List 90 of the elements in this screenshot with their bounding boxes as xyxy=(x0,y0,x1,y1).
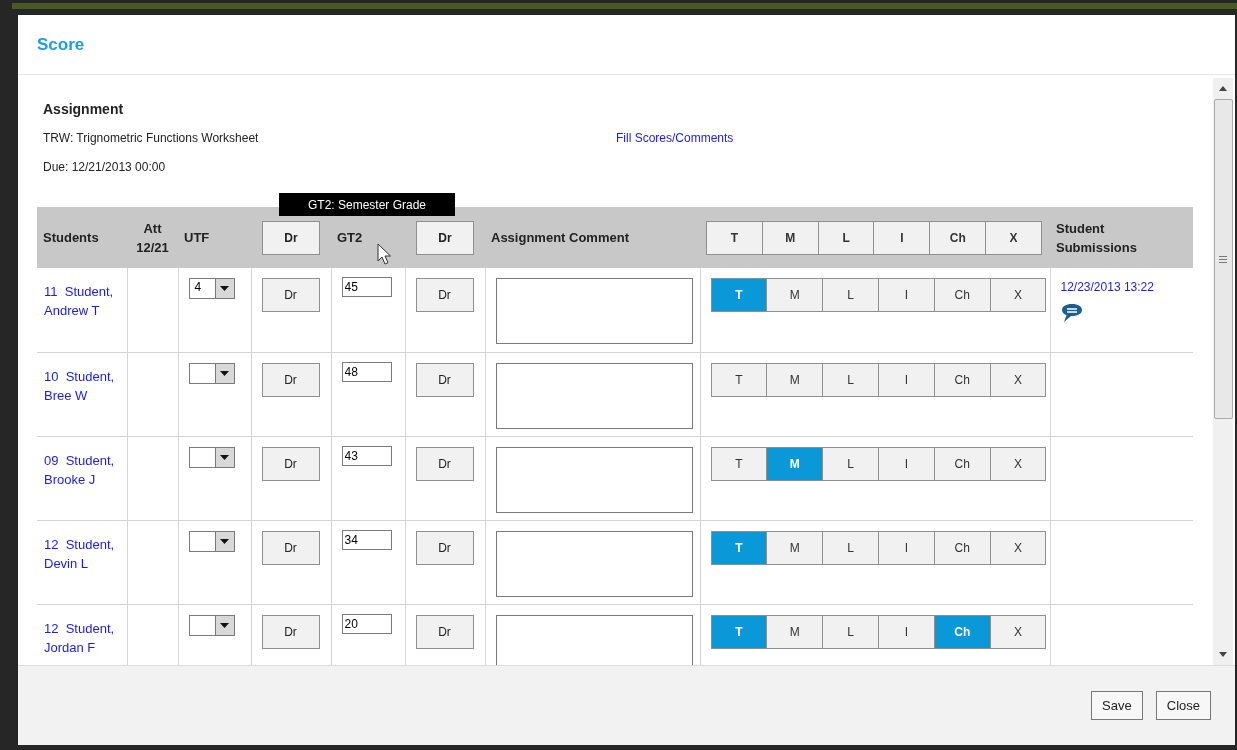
dropdown-arrow-icon xyxy=(220,370,229,376)
dropdown-arrow-icon xyxy=(220,622,229,628)
mark-button[interactable]: X xyxy=(989,278,1047,312)
comment-field[interactable] xyxy=(495,446,693,513)
utf-select[interactable] xyxy=(188,362,235,384)
tooltip: GT2: Semester Grade xyxy=(279,193,455,216)
draft-button[interactable]: Dr xyxy=(261,446,320,481)
dropdown-arrow-icon xyxy=(220,454,229,460)
comment-field[interactable] xyxy=(495,530,693,597)
mark-button[interactable]: L xyxy=(822,614,879,649)
utf-select[interactable]: 4 xyxy=(188,278,235,299)
score-input[interactable]: 34 xyxy=(341,529,392,550)
student-link[interactable]: 11 Student, Andrew T xyxy=(44,278,124,320)
score-input[interactable]: 43 xyxy=(341,445,392,466)
mark-button[interactable]: I xyxy=(878,614,935,649)
mark-button[interactable]: L xyxy=(822,446,879,481)
mark-button[interactable]: L xyxy=(822,278,879,312)
draft-button[interactable]: Dr xyxy=(261,614,320,649)
mark-button[interactable]: I xyxy=(878,530,935,565)
due-date: Due: 12/21/2013 00:00 xyxy=(43,160,166,174)
comment-field[interactable] xyxy=(495,278,693,344)
draft-button[interactable]: Dr xyxy=(261,530,320,565)
mark-button[interactable]: M xyxy=(766,362,824,397)
comment-field[interactable] xyxy=(495,362,693,429)
column-header: Students xyxy=(43,230,99,245)
student-link[interactable]: 12 Student, Jordan F xyxy=(44,614,124,657)
footer-button[interactable]: Close xyxy=(1155,691,1211,720)
mark-all-button[interactable]: X xyxy=(985,220,1042,255)
draft-button[interactable]: Dr xyxy=(415,278,474,312)
scroll-up-icon[interactable] xyxy=(1219,86,1227,91)
comment-field[interactable] xyxy=(495,614,693,665)
draft-button[interactable]: Dr xyxy=(262,220,320,255)
mark-button[interactable]: Ch xyxy=(933,278,991,312)
draft-button[interactable]: Dr xyxy=(261,278,320,312)
mark-button[interactable]: M xyxy=(766,530,824,565)
mark-button[interactable]: X xyxy=(989,614,1047,649)
mark-button[interactable]: M xyxy=(766,278,824,312)
mark-button[interactable]: T xyxy=(710,446,768,481)
mark-all-button[interactable]: M xyxy=(761,220,819,255)
student-link[interactable]: 09 Student, Brooke J xyxy=(44,446,124,489)
mark-button[interactable]: X xyxy=(989,530,1047,565)
mark-button[interactable]: T xyxy=(710,362,768,397)
column-header: Student Submissions xyxy=(1056,220,1137,255)
mark-button[interactable]: I xyxy=(878,362,935,397)
utf-select[interactable] xyxy=(188,614,235,636)
mark-button[interactable]: X xyxy=(989,362,1047,397)
draft-button[interactable]: Dr xyxy=(416,220,474,255)
mark-button[interactable]: M xyxy=(766,614,824,649)
column-header: Assignment Comment xyxy=(491,230,629,245)
mark-all-button[interactable]: Ch xyxy=(929,220,987,255)
cursor-icon xyxy=(377,243,391,265)
mark-button[interactable]: L xyxy=(822,362,879,397)
draft-button[interactable]: Dr xyxy=(415,530,474,565)
dialog-title: Score xyxy=(37,34,85,55)
utf-select[interactable] xyxy=(188,446,235,468)
student-link[interactable]: 12 Student, Devin L xyxy=(44,530,124,573)
scrollbar[interactable] xyxy=(1213,78,1233,665)
fill-scores-link[interactable]: Fill Scores/Comments xyxy=(616,131,734,145)
draft-button[interactable]: Dr xyxy=(261,362,320,397)
mark-button[interactable]: I xyxy=(878,446,935,481)
assignment-heading: Assignment xyxy=(43,101,125,119)
score-input[interactable]: 20 xyxy=(341,613,392,634)
scroll-down-icon[interactable] xyxy=(1219,652,1227,657)
submission-link[interactable]: 12/23/2013 13:22 xyxy=(1060,278,1183,294)
column-header: Att 12/21 xyxy=(136,220,169,255)
mark-all-button[interactable]: T xyxy=(706,220,763,255)
score-input[interactable]: 45 xyxy=(341,277,392,297)
mark-button[interactable]: X xyxy=(989,446,1047,481)
mark-button[interactable]: L xyxy=(822,530,879,565)
column-header: UTF xyxy=(184,230,210,245)
mark-all-button[interactable]: I xyxy=(873,220,931,255)
draft-button[interactable]: Dr xyxy=(415,446,474,481)
utf-select[interactable] xyxy=(188,530,235,552)
draft-button[interactable]: Dr xyxy=(415,362,474,397)
mark-button[interactable]: I xyxy=(878,278,935,312)
dropdown-arrow-icon xyxy=(220,538,229,544)
draft-button[interactable]: Dr xyxy=(415,614,474,649)
mark-all-button[interactable]: L xyxy=(817,220,875,255)
mark-button[interactable]: Ch xyxy=(933,530,991,565)
mark-button[interactable]: Ch xyxy=(933,446,991,481)
assignment-name: TRW: Trignometric Functions Worksheet xyxy=(43,131,259,145)
speech-bubble-icon[interactable] xyxy=(1060,303,1083,323)
footer-button[interactable]: Save xyxy=(1091,691,1143,720)
scroll-thumb[interactable] xyxy=(1213,99,1233,419)
dropdown-arrow-icon xyxy=(220,286,229,291)
score-input[interactable]: 48 xyxy=(341,361,392,382)
mark-button[interactable]: Ch xyxy=(933,362,991,397)
grip-icon xyxy=(1219,255,1227,263)
student-link[interactable]: 10 Student, Bree W xyxy=(44,362,124,405)
column-header: GT2 xyxy=(337,230,363,245)
